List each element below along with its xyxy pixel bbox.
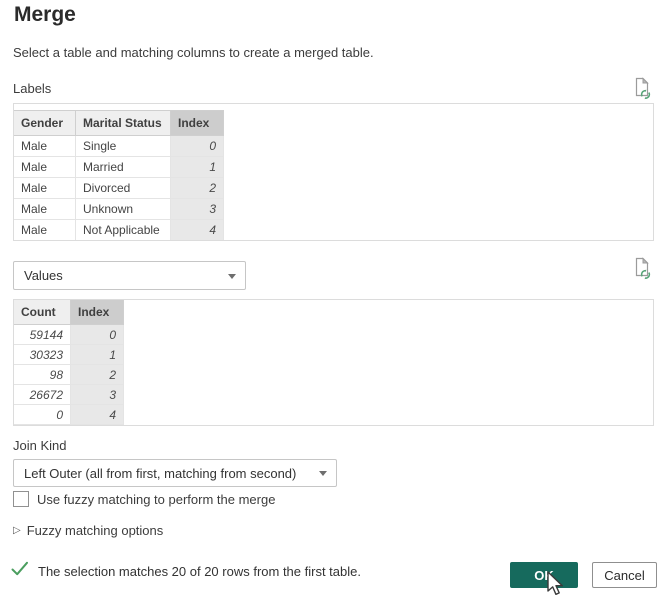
join-kind-select[interactable]: Left Outer (all from first, matching fro… bbox=[13, 459, 337, 487]
table-header-row: Gender Marital Status Index bbox=[14, 111, 224, 136]
cell[interactable]: Single bbox=[76, 136, 171, 157]
first-table-preview: Gender Marital Status Index Male Single … bbox=[13, 103, 654, 241]
fuzzy-options-expander[interactable]: ▷ Fuzzy matching options bbox=[13, 523, 163, 538]
table-header-row: Count Index bbox=[14, 300, 124, 325]
table-row: 59144 0 bbox=[14, 325, 124, 345]
cell[interactable]: 0 bbox=[14, 405, 71, 425]
refresh-preview-icon[interactable] bbox=[632, 77, 653, 100]
cell[interactable]: Male bbox=[14, 178, 76, 199]
cell[interactable]: Male bbox=[14, 220, 76, 241]
first-table: Gender Marital Status Index Male Single … bbox=[13, 110, 224, 241]
cell-selected[interactable]: 2 bbox=[171, 178, 224, 199]
cell-selected[interactable]: 0 bbox=[71, 325, 124, 345]
column-header-count[interactable]: Count bbox=[14, 300, 71, 325]
table-row: Male Not Applicable 4 bbox=[14, 220, 224, 241]
second-table-preview: Count Index 59144 0 30323 1 98 2 26672 3… bbox=[13, 299, 654, 426]
cell[interactable]: 30323 bbox=[14, 345, 71, 365]
column-header-index-selected[interactable]: Index bbox=[71, 300, 124, 325]
cell[interactable]: Male bbox=[14, 136, 76, 157]
refresh-preview-icon[interactable] bbox=[632, 257, 653, 280]
cell[interactable]: Not Applicable bbox=[76, 220, 171, 241]
cell[interactable]: Divorced bbox=[76, 178, 171, 199]
column-header-gender[interactable]: Gender bbox=[14, 111, 76, 136]
document-refresh-icon bbox=[632, 77, 653, 100]
table-row: Male Married 1 bbox=[14, 157, 224, 178]
cell[interactable]: Male bbox=[14, 199, 76, 220]
join-kind-value: Left Outer (all from first, matching fro… bbox=[24, 466, 296, 481]
table-row: 98 2 bbox=[14, 365, 124, 385]
cell-selected[interactable]: 3 bbox=[71, 385, 124, 405]
table-row: 30323 1 bbox=[14, 345, 124, 365]
cell-selected[interactable]: 4 bbox=[71, 405, 124, 425]
fuzzy-matching-checkbox-row[interactable]: Use fuzzy matching to perform the merge bbox=[13, 491, 275, 507]
expander-triangle-icon: ▷ bbox=[13, 526, 21, 536]
cancel-button[interactable]: Cancel bbox=[592, 562, 657, 588]
second-table-select[interactable]: Values bbox=[13, 261, 246, 290]
column-header-marital-status[interactable]: Marital Status bbox=[76, 111, 171, 136]
table-row: Male Unknown 3 bbox=[14, 199, 224, 220]
fuzzy-options-label: Fuzzy matching options bbox=[27, 523, 164, 538]
cell[interactable]: Unknown bbox=[76, 199, 171, 220]
join-kind-label: Join Kind bbox=[13, 438, 66, 453]
table-row: 0 4 bbox=[14, 405, 124, 425]
fuzzy-matching-checkbox-label: Use fuzzy matching to perform the merge bbox=[37, 492, 275, 507]
selection-status: The selection matches 20 of 20 rows from… bbox=[11, 561, 361, 579]
cell[interactable]: 59144 bbox=[14, 325, 71, 345]
cell-selected[interactable]: 4 bbox=[171, 220, 224, 241]
cell-selected[interactable]: 1 bbox=[71, 345, 124, 365]
chevron-down-icon bbox=[319, 471, 327, 476]
second-table-select-value: Values bbox=[24, 268, 63, 283]
table-row: 26672 3 bbox=[14, 385, 124, 405]
merge-dialog: Merge Select a table and matching column… bbox=[0, 0, 661, 610]
fuzzy-matching-checkbox[interactable] bbox=[13, 491, 29, 507]
cell-selected[interactable]: 3 bbox=[171, 199, 224, 220]
cell[interactable]: Male bbox=[14, 157, 76, 178]
cell[interactable]: Married bbox=[76, 157, 171, 178]
cell[interactable]: 26672 bbox=[14, 385, 71, 405]
chevron-down-icon bbox=[228, 274, 236, 279]
table-row: Male Divorced 2 bbox=[14, 178, 224, 199]
dialog-title: Merge bbox=[14, 3, 76, 27]
table-row: Male Single 0 bbox=[14, 136, 224, 157]
column-header-index-selected[interactable]: Index bbox=[171, 111, 224, 136]
dialog-subtitle: Select a table and matching columns to c… bbox=[13, 45, 374, 60]
status-message: The selection matches 20 of 20 rows from… bbox=[38, 561, 361, 579]
ok-button[interactable]: OK bbox=[510, 562, 578, 588]
second-table: Count Index 59144 0 30323 1 98 2 26672 3… bbox=[13, 299, 124, 425]
document-refresh-icon bbox=[632, 257, 653, 280]
cell-selected[interactable]: 0 bbox=[171, 136, 224, 157]
cell-selected[interactable]: 2 bbox=[71, 365, 124, 385]
cell[interactable]: 98 bbox=[14, 365, 71, 385]
cell-selected[interactable]: 1 bbox=[171, 157, 224, 178]
first-table-label: Labels bbox=[13, 81, 51, 96]
checkmark-icon bbox=[11, 561, 29, 577]
